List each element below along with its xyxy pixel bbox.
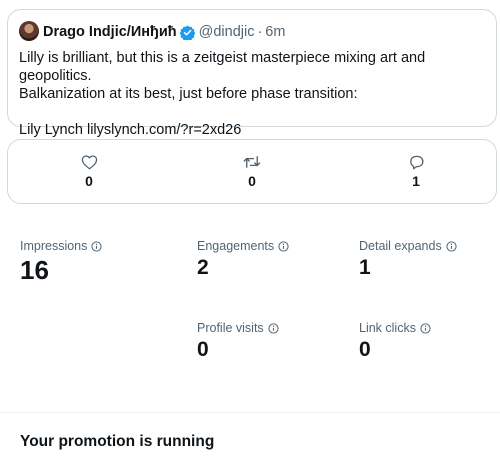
tweet-text: Lilly is brilliant, but this is a zeitge… [19,49,489,139]
metric-link-clicks: Link clicks 0 [359,321,431,360]
retweet-button[interactable]: 0 [232,154,272,189]
tweet-text-line: Lilly is brilliant, but this is a zeitge… [19,50,426,84]
engagement-actions: 0 0 1 [7,139,497,204]
metric-label: Detail expands [359,239,442,253]
metric-label: Impressions [20,239,88,253]
metric-value: 0 [359,338,371,361]
promotion-title: Your promotion is running [20,433,215,450]
metric-label: Link clicks [359,321,416,335]
metric-detail-expands: Detail expands 1 [359,239,457,278]
reply-button[interactable]: 1 [396,154,436,189]
metric-engagements: Engagements 2 [197,239,289,278]
like-button[interactable]: 0 [69,154,109,189]
tweet-card[interactable]: Drago Indjic/Инђић @dindjic · 6m Lilly i… [7,9,497,138]
info-icon[interactable] [91,240,102,252]
metric-value: 16 [20,255,49,285]
retweet-count: 0 [248,173,256,189]
tweet-link-line[interactable]: Lily Lynch lilyslynch.com/?r=2xd26 [19,121,489,139]
avatar[interactable] [19,21,39,41]
info-icon[interactable] [446,240,457,252]
info-icon[interactable] [278,240,289,252]
author-row: Drago Indjic/Инђић @dindjic · 6m [43,22,285,42]
reply-count: 1 [412,173,420,189]
reply-icon [409,155,424,170]
metric-value: 2 [197,256,209,279]
author-name[interactable]: Drago Indjic/Инђић [43,24,177,40]
timestamp[interactable]: 6m [265,24,285,40]
metric-label: Engagements [197,239,275,253]
tweet-text-line: Balkanization at its best, just before p… [19,86,358,102]
retweet-icon [243,156,261,168]
section-divider [0,412,500,413]
metric-label: Profile visits [197,321,264,335]
like-count: 0 [85,173,93,189]
metric-profile-visits: Profile visits 0 [197,321,279,360]
heart-icon [81,155,97,170]
author-handle[interactable]: @dindjic [199,24,255,40]
metric-value: 0 [197,338,209,361]
info-icon[interactable] [420,322,431,334]
verified-badge-icon [179,25,195,40]
separator-dot: · [257,24,263,40]
info-icon[interactable] [268,322,279,334]
metric-impressions: Impressions 16 [20,239,102,283]
metric-value: 1 [359,256,371,279]
